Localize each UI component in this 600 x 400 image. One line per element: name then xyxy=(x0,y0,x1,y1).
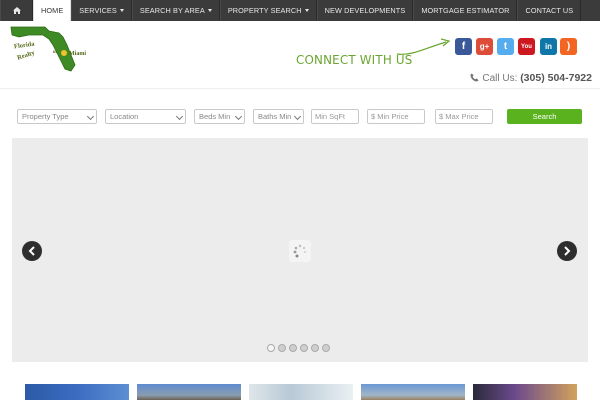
curved-arrow-icon xyxy=(396,38,451,55)
slider-dot[interactable] xyxy=(289,344,297,352)
nav-item-search-by-area[interactable]: SEARCH BY AREA xyxy=(131,0,220,21)
nav-item-property-search[interactable]: PROPERTY SEARCH xyxy=(219,0,317,21)
home-icon xyxy=(12,7,21,14)
slider-pagination xyxy=(267,344,330,352)
nav-item-label: HOME xyxy=(41,6,64,15)
chevron-down-icon xyxy=(86,112,95,121)
property-type-select[interactable]: Property Type xyxy=(17,109,97,124)
max-price-placeholder: $ Max Price xyxy=(439,112,479,121)
nav-item-contact-us[interactable]: CONTACT US xyxy=(517,0,582,21)
call-us-label: Call Us: xyxy=(482,73,518,84)
loading-spinner-icon xyxy=(289,240,311,262)
nav-item-mortgage-estimator[interactable]: MORTGAGE ESTIMATOR xyxy=(413,0,518,21)
google-plus-icon[interactable]: g+ xyxy=(476,38,493,55)
property-thumbnail[interactable] xyxy=(25,384,129,400)
nav-item-label: CONTACT US xyxy=(525,6,574,15)
nav-item-services[interactable]: SERVICES xyxy=(71,0,132,21)
location-value: Location xyxy=(110,112,139,121)
caret-down-icon xyxy=(304,9,309,12)
property-thumbnail[interactable] xyxy=(473,384,577,400)
chevron-down-icon xyxy=(234,112,243,121)
facebook-icon[interactable]: f xyxy=(455,38,472,55)
slider-prev-button[interactable] xyxy=(22,241,42,261)
google-plus-glyph: g+ xyxy=(479,42,490,51)
twitter-icon[interactable]: t xyxy=(497,38,514,55)
top-nav: HOME SERVICES SEARCH BY AREA PROPERTY SE… xyxy=(0,0,600,21)
slider-dot[interactable] xyxy=(267,344,275,352)
nav-item-label: SERVICES xyxy=(79,6,117,15)
thumbnail-image xyxy=(249,384,353,400)
min-price-placeholder: $ Min Price xyxy=(371,112,409,121)
site-logo[interactable]: Florida Realty of Miami xyxy=(9,25,97,75)
min-sqft-placeholder: Min SqFt xyxy=(315,112,346,121)
linkedin-icon[interactable]: in xyxy=(540,38,557,55)
slider-dot[interactable] xyxy=(300,344,308,352)
facebook-glyph: f xyxy=(461,41,466,52)
linkedin-glyph: in xyxy=(544,42,553,51)
nav-item-label: SEARCH BY AREA xyxy=(139,6,205,15)
slider-dot[interactable] xyxy=(278,344,286,352)
nav-spacer xyxy=(581,0,600,21)
twitter-glyph: t xyxy=(503,41,508,52)
min-price-input[interactable]: $ Min Price xyxy=(367,109,425,124)
page: HOME SERVICES SEARCH BY AREA PROPERTY SE… xyxy=(0,0,600,400)
property-thumbnail[interactable] xyxy=(361,384,465,400)
beds-min-value: Beds Min xyxy=(199,112,231,121)
beds-min-select[interactable]: Beds Min xyxy=(194,109,245,124)
max-price-input[interactable]: $ Max Price xyxy=(435,109,493,124)
nav-home-icon-button[interactable] xyxy=(0,0,33,21)
baths-min-select[interactable]: Baths Min xyxy=(253,109,304,124)
caret-down-icon xyxy=(119,9,124,12)
hero-slider xyxy=(12,138,588,362)
nav-item-home[interactable]: HOME xyxy=(33,0,72,21)
thumbnail-image xyxy=(25,384,129,400)
rss-icon[interactable]: ) xyxy=(560,38,577,55)
youtube-glyph: You xyxy=(521,43,532,50)
nav-item-new-developments[interactable]: NEW DEVELOPMENTS xyxy=(316,0,414,21)
youtube-icon[interactable]: You xyxy=(518,38,535,55)
thumbnail-image xyxy=(137,384,241,400)
nav-item-label: MORTGAGE ESTIMATOR xyxy=(421,6,510,15)
caret-down-icon xyxy=(207,9,212,12)
property-thumbnail[interactable] xyxy=(249,384,353,400)
spinner-graphic xyxy=(293,244,306,258)
thumbnail-image xyxy=(473,384,577,400)
baths-min-value: Baths Min xyxy=(258,112,292,121)
property-thumbnail[interactable] xyxy=(137,384,241,400)
location-select[interactable]: Location xyxy=(105,109,186,124)
property-type-value: Property Type xyxy=(22,112,69,121)
search-button[interactable]: Search xyxy=(507,109,582,124)
phone-icon xyxy=(470,73,479,82)
chevron-down-icon xyxy=(175,112,184,121)
phone-number[interactable]: (305) 504-7922 xyxy=(520,72,592,84)
slider-next-button[interactable] xyxy=(557,241,577,261)
rss-glyph: ) xyxy=(566,41,571,52)
min-sqft-input[interactable]: Min SqFt xyxy=(311,109,359,124)
nav-item-label: NEW DEVELOPMENTS xyxy=(324,6,406,15)
chevron-down-icon xyxy=(293,112,302,121)
thumbnail-image xyxy=(361,384,465,400)
nav-item-label: PROPERTY SEARCH xyxy=(227,6,302,15)
logo-text-of: of xyxy=(53,50,58,55)
call-us: Call Us: (305) 504-7922 xyxy=(470,72,592,84)
property-search-bar: Property Type Location Beds Min Baths Mi… xyxy=(0,88,600,138)
logo-text-miami: Miami xyxy=(69,51,86,57)
slider-dot[interactable] xyxy=(311,344,319,352)
chevron-right-icon xyxy=(564,246,571,256)
slider-dot[interactable] xyxy=(322,344,330,352)
chevron-left-icon xyxy=(28,246,35,256)
